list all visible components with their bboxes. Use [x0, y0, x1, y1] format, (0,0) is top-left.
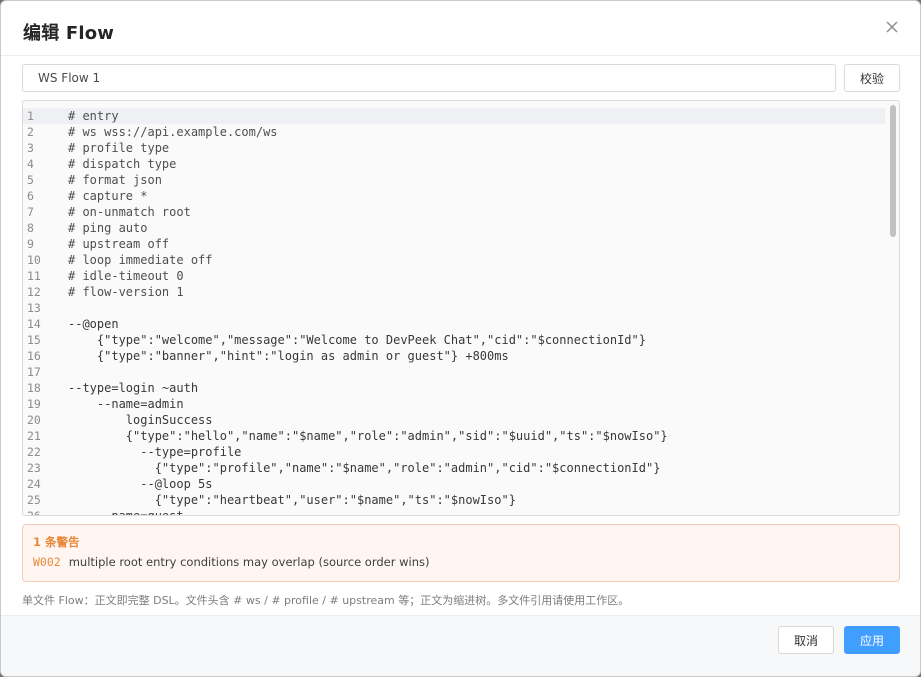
line-code[interactable]: --name=admin — [56, 396, 184, 412]
code-line[interactable]: 6 # capture * — [23, 188, 885, 204]
line-number: 25 — [27, 493, 41, 507]
code-line[interactable]: 14 --@open — [23, 316, 885, 332]
line-code[interactable]: --@open — [56, 316, 119, 332]
edit-flow-dialog: 编辑 Flow 校验 1 # entry 2 # ws wss://api.examp… — [0, 0, 921, 677]
code-line[interactable]: 19 --name=admin — [23, 396, 885, 412]
line-code[interactable]: {"type":"heartbeat","user":"$name","ts":… — [56, 492, 516, 508]
dialog-header: 编辑 Flow — [1, 1, 920, 56]
editor-scrollbar[interactable] — [890, 105, 896, 237]
line-number: 1 — [27, 109, 34, 123]
code-lines[interactable]: 1 # entry 2 # ws wss://api.example.com/ws 3 #… — [23, 108, 885, 516]
line-code[interactable]: # dispatch type — [56, 156, 176, 172]
code-line[interactable]: 4 # dispatch type — [23, 156, 885, 172]
line-number: 22 — [27, 445, 41, 459]
line-number: 16 — [27, 349, 41, 363]
code-line[interactable]: 25 {"type":"heartbeat","user":"$name","t… — [23, 492, 885, 508]
warning-panel: 1 条警告 W002 multiple root entry conditions… — [22, 524, 900, 582]
line-code[interactable]: # loop immediate off — [56, 252, 213, 268]
line-code[interactable]: --@loop 5s — [56, 476, 212, 492]
line-number: 9 — [27, 237, 34, 251]
line-number: 3 — [27, 141, 34, 155]
line-number: 4 — [27, 157, 34, 171]
line-number: 15 — [27, 333, 41, 347]
code-line[interactable]: 2 # ws wss://api.example.com/ws — [23, 124, 885, 140]
line-code[interactable]: {"type":"hello","name":"$name","role":"a… — [56, 428, 668, 444]
line-code[interactable]: --type=login ~auth — [56, 380, 198, 396]
line-code[interactable]: {"type":"welcome","message":"Welcome to … — [56, 332, 646, 348]
line-code[interactable]: --name=guest — [56, 508, 184, 515]
code-line[interactable]: 26 --name=guest — [23, 508, 885, 516]
line-number: 13 — [27, 301, 41, 315]
line-code[interactable]: --type=profile — [56, 444, 241, 460]
code-line[interactable]: 8 # ping auto — [23, 220, 885, 236]
code-line[interactable]: 5 # format json — [23, 172, 885, 188]
line-number: 23 — [27, 461, 41, 475]
flow-name-input[interactable] — [22, 64, 836, 92]
warning-code: W002 — [33, 555, 61, 569]
code-line[interactable]: 20 loginSuccess — [23, 412, 885, 428]
code-line[interactable]: 15 {"type":"welcome","message":"Welcome … — [23, 332, 885, 348]
line-code[interactable]: # entry — [56, 108, 119, 124]
code-line[interactable]: 1 # entry — [23, 108, 885, 124]
line-number: 5 — [27, 173, 34, 187]
help-hint: 单文件 Flow：正文即完整 DSL。文件头含 # ws / # profile… — [22, 594, 630, 607]
code-line[interactable]: 17 — [23, 364, 885, 380]
line-code[interactable]: # on-unmatch root — [56, 204, 191, 220]
code-line[interactable]: 7 # on-unmatch root — [23, 204, 885, 220]
code-line[interactable]: 12 # flow-version 1 — [23, 284, 885, 300]
line-code[interactable]: {"type":"banner","hint":"login as admin … — [56, 348, 509, 364]
line-number: 20 — [27, 413, 41, 427]
warning-item: W002 multiple root entry conditions may o… — [33, 555, 429, 569]
code-line[interactable]: 10 # loop immediate off — [23, 252, 885, 268]
line-code[interactable]: # flow-version 1 — [56, 284, 184, 300]
line-code[interactable]: # ws wss://api.example.com/ws — [56, 124, 278, 140]
line-number: 7 — [27, 205, 34, 219]
warning-message: multiple root entry conditions may overl… — [68, 555, 430, 569]
warning-title: 1 条警告 — [33, 535, 80, 549]
line-number: 18 — [27, 381, 41, 395]
line-number: 24 — [27, 477, 41, 491]
line-code[interactable]: loginSuccess — [56, 412, 213, 428]
close-icon[interactable] — [882, 17, 902, 37]
line-code[interactable]: # idle-timeout 0 — [56, 268, 184, 284]
line-number: 8 — [27, 221, 34, 235]
dialog-title: 编辑 Flow — [23, 23, 115, 44]
line-number: 10 — [27, 253, 41, 267]
line-code[interactable]: # capture * — [56, 188, 147, 204]
line-number: 14 — [27, 317, 41, 331]
line-number: 11 — [27, 269, 41, 283]
line-number: 2 — [27, 125, 34, 139]
line-code[interactable]: # ping auto — [56, 220, 147, 236]
code-line[interactable]: 21 {"type":"hello","name":"$name","role"… — [23, 428, 885, 444]
code-line[interactable]: 16 {"type":"banner","hint":"login as adm… — [23, 348, 885, 364]
code-line[interactable]: 3 # profile type — [23, 140, 885, 156]
cancel-button[interactable]: 取消 — [778, 626, 834, 654]
code-line[interactable]: 24 --@loop 5s — [23, 476, 885, 492]
line-number: 19 — [27, 397, 41, 411]
code-line[interactable]: 18 --type=login ~auth — [23, 380, 885, 396]
code-editor[interactable]: 1 # entry 2 # ws wss://api.example.com/ws 3 #… — [22, 100, 900, 516]
code-line[interactable]: 11 # idle-timeout 0 — [23, 268, 885, 284]
line-number: 12 — [27, 285, 41, 299]
apply-button[interactable]: 应用 — [844, 626, 900, 654]
line-number: 21 — [27, 429, 41, 443]
line-code[interactable]: # format json — [56, 172, 162, 188]
line-code[interactable]: # profile type — [56, 140, 169, 156]
code-line[interactable]: 13 — [23, 300, 885, 316]
line-number: 17 — [27, 365, 41, 379]
line-code[interactable]: # upstream off — [56, 236, 169, 252]
code-line[interactable]: 23 {"type":"profile","name":"$name","rol… — [23, 460, 885, 476]
code-line[interactable]: 22 --type=profile — [23, 444, 885, 460]
validate-button[interactable]: 校验 — [844, 64, 900, 92]
line-number: 6 — [27, 189, 34, 203]
line-code[interactable]: {"type":"profile","name":"$name","role":… — [56, 460, 661, 476]
line-number: 26 — [27, 509, 41, 516]
code-line[interactable]: 9 # upstream off — [23, 236, 885, 252]
